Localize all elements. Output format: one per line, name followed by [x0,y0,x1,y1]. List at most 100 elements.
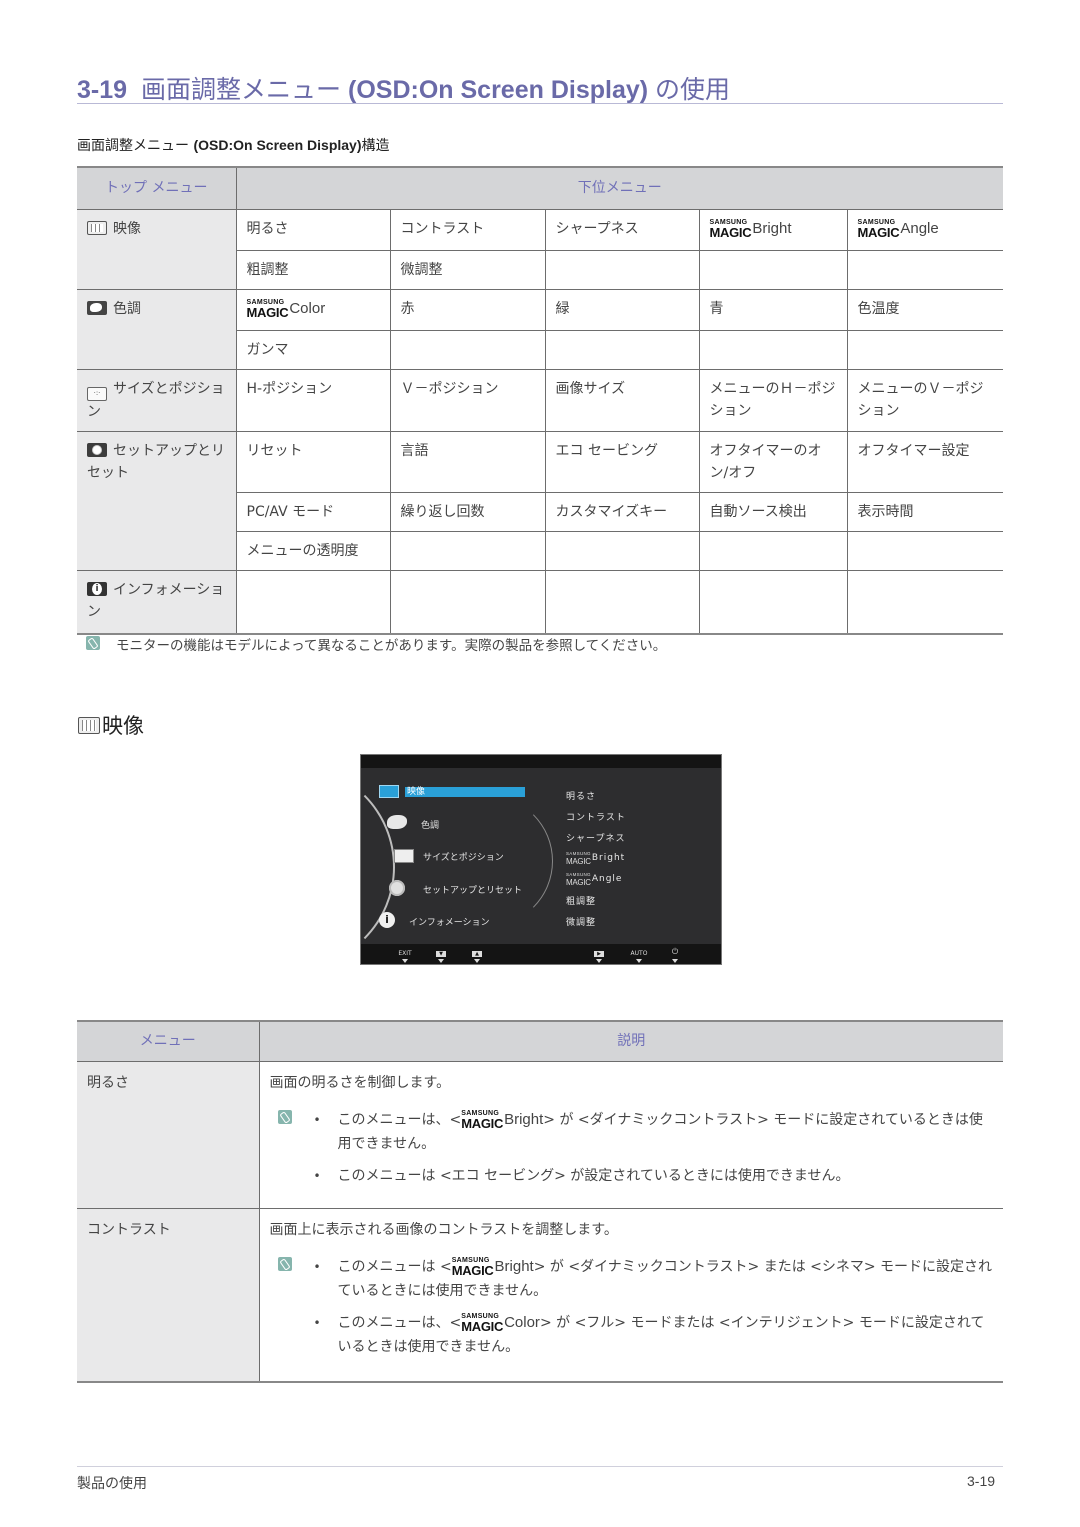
sub-menu-cell: 表示時間 [846,491,1003,532]
osd-sub-item[interactable]: 微調整 [566,915,596,928]
sub-menu-cell: メニューの透明度 [236,530,391,571]
osd-sub-label: Bright [591,853,626,863]
sub-menu-label: メニューのＶ－ポジション [857,380,984,419]
section-number: 3-19 [77,76,128,104]
section-title-latin: (OSD:On Screen Display) [348,76,649,104]
note-bullet: このメニューは、<SAMSUNGMAGICColor> が <フル> モードまた… [314,1311,994,1359]
sub-menu-cell [846,530,1003,571]
osd-screenshot: 映像 色調 サイズとポジション セットアップとリセット i インフォメーション … [360,754,722,965]
top-menu-1: 色調 [77,288,237,370]
osd-sub-item[interactable]: 明るさ [566,789,596,802]
osd-menu-item-size[interactable]: サイズとポジション [423,850,504,863]
top-menu-4: インフォメーション [77,569,237,635]
description-menu-cell: 明るさ [77,1060,260,1209]
description-row: コントラスト 画面上に表示される画像のコントラストを調整します。このメニューは <… [77,1207,1003,1383]
sub-menu-label: PC/AV モード [246,503,335,520]
menu-table-row: セットアップとリセット リセット 言語 エコ セービング オフタイマーのオン/オフ オフタ… [77,430,1003,571]
header-sub-menu: 下位メニュー [235,166,1003,210]
sub-menu-label: ガンマ [246,341,289,358]
sub-menu-cell: シャープネス [544,208,700,251]
osd-up-button[interactable]: ▲ [466,950,488,957]
sub-menu-label: 緑 [555,300,570,317]
sub-menu-label: シャープネス [555,220,639,237]
sub-menu-cell: 繰り返し回数 [389,491,546,532]
structure-heading: 画面調整メニュー (OSD:On Screen Display)構造 [77,135,390,155]
section-title-jp: 画面調整メニュー [141,76,342,104]
sub-menu-cell: 自動ソース検出 [698,491,848,532]
sub-menu-cell [698,530,848,571]
osd-menu-item-color[interactable]: 色調 [421,818,439,831]
sub-menu-cell: メニューのＶ－ポジション [846,368,1003,432]
sub-menu-cell: SAMSUNG MAGIC Bright [698,208,848,251]
title-divider [77,103,1003,104]
model-note-text: モニターの機能はモデルによって異なることがあります。実際の製品を参照してください… [116,638,667,654]
sub-menu-label: 青 [709,300,724,317]
sub-menu-cell [544,569,700,635]
top-menu-3: セットアップとリセット [77,430,237,571]
sub-menu-label: オフタイマーのオン/オフ [709,442,822,481]
osd-enter-button[interactable]: ▶ [588,950,610,957]
sub-menu-cell [389,329,546,370]
sub-menu-cell: 明るさ [235,208,391,251]
structure-heading-suffix: 構造 [361,138,390,154]
description-row: 明るさ 画面の明るさを制御します。このメニューは、<SAMSUNGMAGICBri… [77,1060,1003,1209]
sub-menu-label: エコ セービング [555,442,658,459]
sub-menu-label: Color [289,299,326,317]
note-bullet: このメニューは、<SAMSUNGMAGICBright> が <ダイナミックコン… [314,1108,994,1156]
sub-menu-cell: リセット [235,430,391,493]
osd-picture-icon [379,785,399,798]
section-title: 3-19 画面調整メニュー (OSD:On Screen Display) の使用 [77,70,730,106]
osd-key-marker [438,959,444,963]
osd-sub-item[interactable]: コントラスト [566,810,626,823]
sub-menu-label: コントラスト [400,220,485,237]
osd-down-button[interactable]: ▼ [430,950,452,957]
description-note: このメニューは、<SAMSUNGMAGICBright> が <ダイナミックコン… [270,1108,994,1196]
note-icon [86,636,100,650]
osd-power-button[interactable]: ⏻ [664,947,686,957]
menu-structure-table: トップ メニュー 下位メニュー 映像 明るさ コントラスト シャープネス SAMSUNG… [77,166,1003,635]
header-description: 説明 [258,1020,1003,1062]
description-text: 画面の明るさを制御します。 [269,1074,451,1091]
osd-sub-item-magic-angle[interactable]: SAMSUNG MAGIC Angle [566,871,622,887]
samsung-magic-logo: SAMSUNG MAGIC [451,1256,494,1278]
description-note: このメニューは <SAMSUNGMAGICBright> が <ダイナミックコン… [270,1255,994,1367]
osd-auto-button[interactable]: AUTO [628,950,650,957]
sub-menu-label: Bright [752,219,792,237]
samsung-magic-logo: SAMSUNG MAGIC [566,872,591,887]
osd-size-icon [394,849,414,863]
osd-sub-item[interactable]: シャープネス [566,831,625,844]
osd-exit-button[interactable]: EXIT [394,950,416,957]
osd-sub-item-magic-bright[interactable]: SAMSUNG MAGIC Bright [566,850,626,866]
sub-menu-cell: SAMSUNG MAGIC Angle [846,208,1003,251]
note-icon [277,1109,292,1124]
sub-menu-cell: メニューのＨ－ポジション [698,368,848,432]
sub-menu-label: 微調整 [400,261,443,278]
structure-heading-latin: (OSD:On Screen Display) [193,137,362,153]
sub-menu-label: メニューの透明度 [246,542,359,559]
note-icon [277,1256,292,1271]
footer-divider [77,1466,1003,1467]
top-menu-label: 色調 [113,300,141,317]
osd-key-marker [402,959,408,963]
menu-table-row: ·:· サイズとポジション H-ポジション Ｖ－ポジション 画像サイズ メニューのＨ－ポジ… [77,368,1003,432]
sub-menu-label: メニューのＨ－ポジション [709,380,836,419]
sub-menu-cell: オフタイマーのオン/オフ [698,430,848,493]
osd-key-marker [474,959,480,963]
sub-menu-cell: PC/AV モード [236,491,391,532]
picture-heading-text: 映像 [102,714,144,738]
sub-menu-cell [698,329,848,370]
description-text-cell: 画面の明るさを制御します。このメニューは、<SAMSUNGMAGICBright… [258,1060,1003,1209]
description-menu-label: コントラスト [87,1221,171,1238]
description-text-cell: 画面上に表示される画像のコントラストを調整します。このメニューは <SAMSUN… [258,1207,1003,1383]
menu-table-row: 映像 明るさ コントラスト シャープネス SAMSUNG MAGIC Bright SAMSU… [77,208,1003,290]
top-menu-label: インフォメーション [87,581,225,620]
osd-menu-item-picture[interactable]: 映像 [405,787,525,797]
osd-menu-item-setup[interactable]: セットアップとリセット [423,883,522,896]
footer-page-number: 3-19 [967,1473,996,1489]
samsung-magic-logo: SAMSUNG MAGIC [246,298,289,320]
menu-table-row: インフォメーション [77,569,1003,635]
osd-sub-item[interactable]: 粗調整 [566,894,596,907]
osd-key-marker [636,959,642,963]
osd-menu-item-info[interactable]: インフォメーション [409,915,490,928]
sub-menu-cell: コントラスト [389,208,546,251]
